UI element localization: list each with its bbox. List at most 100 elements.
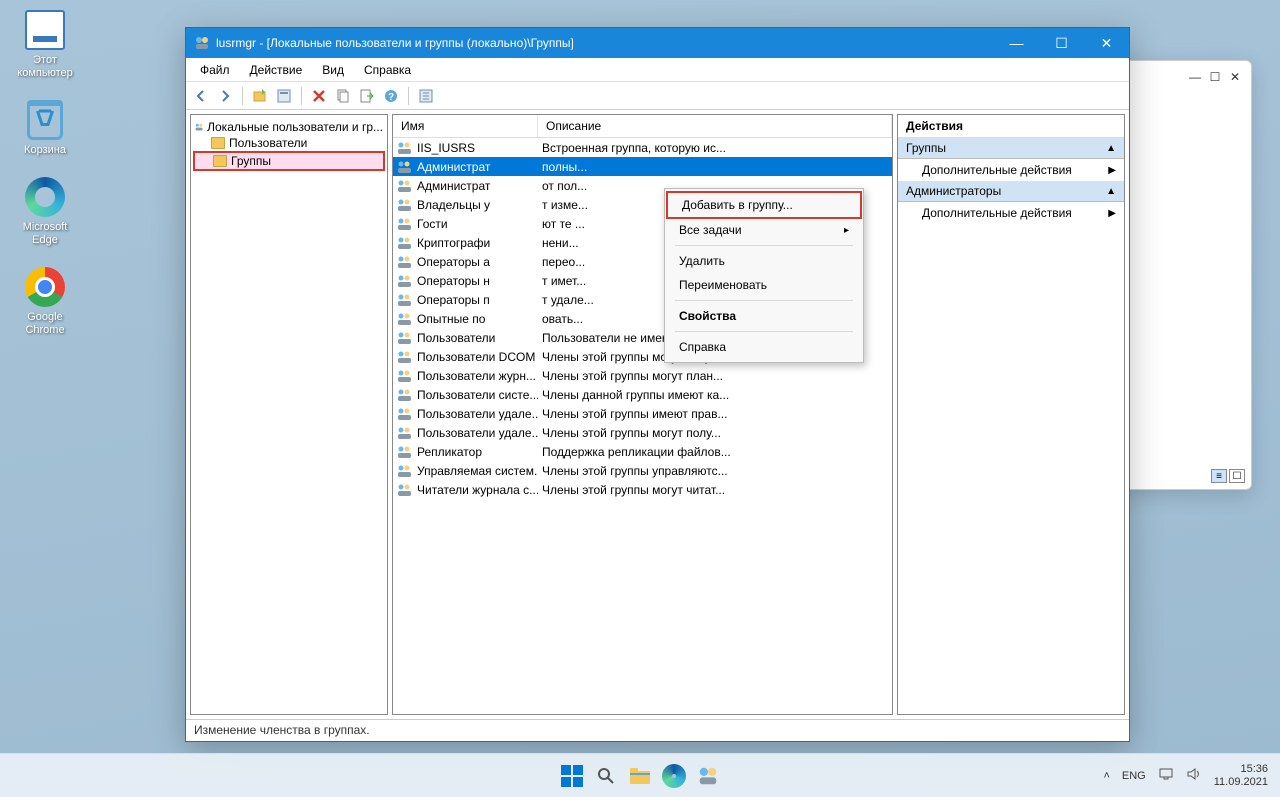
- desktop-icon-edge[interactable]: MicrosoftEdge: [10, 177, 80, 247]
- actions-more-1[interactable]: Дополнительные действия▶: [898, 159, 1124, 181]
- clock[interactable]: 15:36 11.09.2021: [1214, 763, 1268, 789]
- tree-groups[interactable]: Группы: [193, 151, 385, 171]
- users-icon: [195, 120, 203, 134]
- actions-section-groups[interactable]: Группы▲: [898, 138, 1124, 159]
- group-icon: [397, 350, 413, 364]
- group-icon: [397, 179, 413, 193]
- view-list[interactable]: ☐: [1229, 469, 1245, 483]
- taskbar-lusrmgr[interactable]: [694, 762, 722, 790]
- export-button[interactable]: [356, 85, 378, 107]
- group-icon: [397, 369, 413, 383]
- col-name[interactable]: Имя: [393, 115, 538, 137]
- titlebar[interactable]: lusrmgr - [Локальные пользователи и груп…: [186, 28, 1129, 58]
- help-button[interactable]: ?: [380, 85, 402, 107]
- list-row[interactable]: РепликаторПоддержка репликации файлов...: [393, 442, 892, 461]
- list-header: Имя Описание: [393, 115, 892, 138]
- menu-help[interactable]: Справка: [356, 61, 419, 79]
- group-icon: [397, 160, 413, 174]
- start-button[interactable]: [558, 762, 586, 790]
- taskbar: ˄ ENG 15:36 11.09.2021: [0, 753, 1280, 797]
- tree-pane: Локальные пользователи и гр... Пользоват…: [190, 114, 388, 715]
- list-row[interactable]: Администратполны...: [393, 157, 892, 176]
- list-row[interactable]: Пользователи удале...Члены этой группы м…: [393, 423, 892, 442]
- group-icon: [397, 388, 413, 402]
- list-row[interactable]: IIS_IUSRSВстроенная группа, которую ис..…: [393, 138, 892, 157]
- volume-icon[interactable]: [1186, 767, 1202, 784]
- menu-file[interactable]: Файл: [192, 61, 238, 79]
- svg-text:?: ?: [388, 92, 394, 103]
- context-item[interactable]: Свойства: [665, 304, 863, 328]
- statusbar: Изменение членства в группах.: [186, 719, 1129, 741]
- menu-action[interactable]: Действие: [242, 61, 311, 79]
- group-icon: [397, 331, 413, 345]
- taskbar-right: ˄ ENG 15:36 11.09.2021: [1103, 763, 1280, 789]
- recycle-bin-icon: [27, 100, 63, 140]
- tree-root[interactable]: Локальные пользователи и гр...: [193, 119, 385, 135]
- minimize-button[interactable]: —: [1189, 70, 1201, 84]
- group-icon: [397, 255, 413, 269]
- actions-more-2[interactable]: Дополнительные действия▶: [898, 202, 1124, 224]
- tray-chevron[interactable]: ˄: [1103, 770, 1109, 782]
- context-item[interactable]: Все задачи: [665, 218, 863, 242]
- copy-button[interactable]: [332, 85, 354, 107]
- delete-button[interactable]: [308, 85, 330, 107]
- folder-icon: [629, 767, 651, 785]
- app-icon: [194, 35, 210, 51]
- group-icon: [397, 483, 413, 497]
- menu-view[interactable]: Вид: [314, 61, 352, 79]
- list-row[interactable]: Читатели журнала с...Члены этой группы м…: [393, 480, 892, 499]
- maximize-button[interactable]: ☐: [1039, 28, 1084, 58]
- context-item[interactable]: Удалить: [665, 249, 863, 273]
- actions-header: Действия: [898, 115, 1124, 138]
- taskbar-center: [558, 762, 722, 790]
- folder-icon: [213, 155, 227, 167]
- properties-button[interactable]: [273, 85, 295, 107]
- group-icon: [397, 236, 413, 250]
- col-desc[interactable]: Описание: [538, 115, 892, 137]
- forward-button[interactable]: [214, 85, 236, 107]
- group-icon: [397, 293, 413, 307]
- chrome-icon: [25, 267, 65, 307]
- taskbar-edge[interactable]: [660, 762, 688, 790]
- label: GoogleChrome: [10, 311, 80, 337]
- tree-users[interactable]: Пользователи: [193, 135, 385, 151]
- group-icon: [397, 141, 413, 155]
- actions-section-admins[interactable]: Администраторы▲: [898, 181, 1124, 202]
- group-icon: [397, 274, 413, 288]
- list-row[interactable]: Управляемая систем...Члены этой группы у…: [393, 461, 892, 480]
- toolbar: ?: [186, 82, 1129, 110]
- lusrmgr-window: lusrmgr - [Локальные пользователи и груп…: [185, 27, 1130, 742]
- taskbar-explorer[interactable]: [626, 762, 654, 790]
- group-icon: [397, 464, 413, 478]
- list-row[interactable]: Пользователи систе...Члены данной группы…: [393, 385, 892, 404]
- desktop: Этоткомпьютер Корзина MicrosoftEdge Goog…: [10, 10, 80, 337]
- maximize-button[interactable]: ☐: [1209, 70, 1221, 84]
- new-button[interactable]: [249, 85, 271, 107]
- window-title: lusrmgr - [Локальные пользователи и груп…: [216, 36, 994, 50]
- list-row[interactable]: Пользователи журн...Члены этой группы мо…: [393, 366, 892, 385]
- close-button[interactable]: ✕: [1229, 70, 1241, 84]
- windows-logo-icon: [561, 765, 583, 787]
- view-toggles: ≡ ☐: [1211, 469, 1245, 483]
- network-icon[interactable]: [1158, 767, 1174, 784]
- label: Корзина: [10, 144, 80, 157]
- refresh-button[interactable]: [415, 85, 437, 107]
- search-button[interactable]: [592, 762, 620, 790]
- menubar: Файл Действие Вид Справка: [186, 58, 1129, 82]
- close-button[interactable]: ✕: [1084, 28, 1129, 58]
- minimize-button[interactable]: —: [994, 28, 1039, 58]
- context-item[interactable]: Справка: [665, 335, 863, 359]
- label: Этоткомпьютер: [10, 54, 80, 80]
- pc-icon: [25, 10, 65, 50]
- view-details[interactable]: ≡: [1211, 469, 1227, 483]
- desktop-icon-this-pc[interactable]: Этоткомпьютер: [10, 10, 80, 80]
- desktop-icon-recycle-bin[interactable]: Корзина: [10, 100, 80, 157]
- group-icon: [397, 312, 413, 326]
- context-item[interactable]: Добавить в группу...: [666, 191, 862, 219]
- group-icon: [397, 217, 413, 231]
- desktop-icon-chrome[interactable]: GoogleChrome: [10, 267, 80, 337]
- list-row[interactable]: Пользователи удале...Члены этой группы и…: [393, 404, 892, 423]
- context-item[interactable]: Переименовать: [665, 273, 863, 297]
- language-indicator[interactable]: ENG: [1122, 770, 1146, 782]
- back-button[interactable]: [190, 85, 212, 107]
